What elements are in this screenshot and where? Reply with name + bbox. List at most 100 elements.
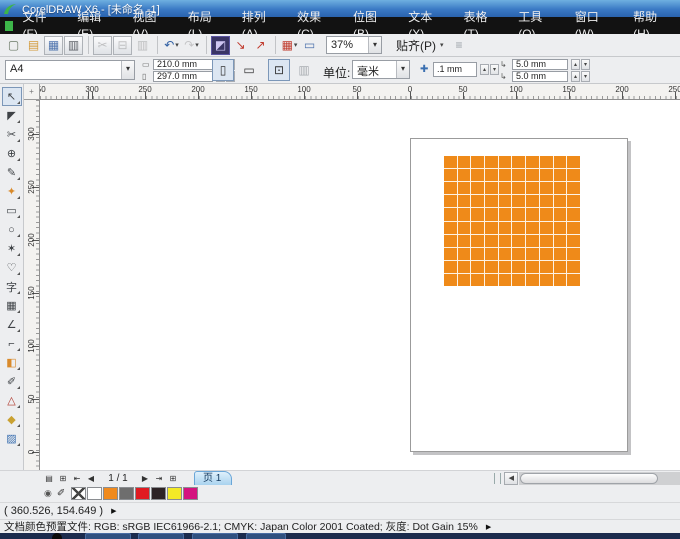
duplicate-y-field[interactable]: 5.0 mm <box>512 71 568 82</box>
eyedropper-tool[interactable]: ✐ <box>2 372 22 391</box>
swatch-white[interactable] <box>87 487 103 500</box>
taskbar-button[interactable] <box>192 533 238 539</box>
units-combo[interactable]: 毫米 ▾ <box>352 60 410 79</box>
zoom-tool[interactable]: ⊕ <box>2 144 22 163</box>
shape-tool[interactable]: ◤ <box>2 106 22 125</box>
open-button[interactable]: ▤ <box>24 36 43 55</box>
search-content-button[interactable]: ◩ <box>211 35 230 55</box>
table-tool[interactable]: ▦ <box>2 296 22 315</box>
swatch-black[interactable] <box>151 487 167 500</box>
page-sorter-button[interactable]: ▤ <box>42 472 56 485</box>
no-color-swatch[interactable] <box>71 487 87 500</box>
swatch-magenta[interactable] <box>183 487 199 500</box>
current-page-size-button[interactable]: ▥ <box>293 59 315 81</box>
crop-tool[interactable]: ✂ <box>2 125 22 144</box>
taskbar-button[interactable] <box>85 533 131 539</box>
swatch-gray[interactable] <box>119 487 135 500</box>
fill-tool[interactable]: ◆ <box>2 410 22 429</box>
cut-button[interactable]: ✂ <box>93 35 112 55</box>
application-launcher-button[interactable]: ▦ ▾ <box>280 36 299 55</box>
polygon-tool[interactable]: ✶ <box>2 239 22 258</box>
portrait-button[interactable]: ▯ <box>212 59 234 81</box>
table-cell <box>471 234 485 247</box>
chevron-down-icon[interactable]: ▾ <box>440 41 444 49</box>
spinner-down-icon[interactable]: ▾ <box>581 71 590 82</box>
scrollbar-thumb[interactable] <box>520 472 659 484</box>
last-page-button[interactable]: ⇥ <box>152 472 166 485</box>
table-object[interactable] <box>444 156 580 286</box>
next-page-button[interactable]: ▶ <box>138 472 152 485</box>
chevron-down-icon[interactable]: ▾ <box>396 61 409 78</box>
previous-page-button[interactable]: ◀ <box>84 472 98 485</box>
start-orb[interactable] <box>52 533 62 539</box>
zoom-level-combo[interactable]: 37% ▾ <box>326 36 382 54</box>
blend-tool[interactable]: ◧ <box>2 353 22 372</box>
copy-icon: ⊟ <box>117 38 128 52</box>
add-page-end-button[interactable]: ⊞ <box>166 472 180 485</box>
dimension-tool[interactable]: ∠ <box>2 315 22 334</box>
taskbar-button[interactable] <box>246 533 286 539</box>
spinner-down-icon[interactable]: ▾ <box>490 64 499 75</box>
chevron-down-icon[interactable]: ▾ <box>294 41 298 49</box>
duplicate-y-stepper[interactable]: ▴ ▾ <box>570 71 590 82</box>
spinner-up-icon[interactable]: ▴ <box>571 71 580 82</box>
pick-tool[interactable]: ↖ <box>1 87 22 106</box>
connector-tool[interactable]: ⌐ <box>2 334 22 353</box>
ellipse-tool[interactable]: ○ <box>2 220 22 239</box>
outline-pen-tool[interactable]: △ <box>2 391 22 410</box>
basic-shapes-tool[interactable]: ♡ <box>2 258 22 277</box>
undo-button[interactable]: ↶ ▾ <box>162 36 181 55</box>
chevron-down-icon[interactable]: ▾ <box>121 61 134 79</box>
snap-to-button[interactable]: 贴齐(P) ▾ <box>392 36 448 55</box>
export-button[interactable]: ↗ <box>251 36 270 55</box>
first-page-button[interactable]: ⇤ <box>70 472 84 485</box>
eyedropper-icon[interactable]: ✐ <box>57 488 65 499</box>
rectangle-tool[interactable]: ▭ <box>2 201 22 220</box>
swatch-orange[interactable] <box>103 487 119 500</box>
paper-height-field[interactable]: 297.0 mm <box>153 71 213 82</box>
import-button[interactable]: ↘ <box>231 36 250 55</box>
landscape-button[interactable]: ▭ <box>238 59 260 81</box>
paper-size-combo[interactable]: A4 ▾ <box>5 60 135 80</box>
text-tool[interactable]: 字 <box>2 277 22 296</box>
paste-button[interactable]: ▥ <box>133 36 152 55</box>
spinner-down-icon[interactable]: ▾ <box>581 59 590 70</box>
expand-arrow-icon[interactable]: ▶ <box>111 507 116 515</box>
paper-width-field[interactable]: 210.0 mm <box>153 59 213 70</box>
scroll-left-button[interactable]: ◀ <box>504 471 519 485</box>
swatch-yellow[interactable] <box>167 487 183 500</box>
expand-arrow-icon[interactable]: ▶ <box>486 523 491 531</box>
vertical-ruler[interactable]: 300 250 200 150 100 50 0 <box>24 100 40 470</box>
horizontal-ruler[interactable]: 350 300 250 200 150 100 50 0 50 100 150 200 250 <box>40 84 680 100</box>
table-cell <box>471 182 485 195</box>
drawing-canvas[interactable] <box>40 100 680 470</box>
smart-fill-tool[interactable]: ✦ <box>2 182 22 201</box>
spinner-up-icon[interactable]: ▴ <box>571 59 580 70</box>
print-button[interactable]: ▥ <box>64 35 83 55</box>
nudge-stepper[interactable]: ▴ ▾ <box>479 64 499 75</box>
save-button[interactable]: ▦ <box>44 35 63 55</box>
new-document-button[interactable]: ▢ <box>4 36 23 55</box>
add-page-start-button[interactable]: ⊞ <box>56 472 70 485</box>
palette-flyout-icon[interactable]: ◉ <box>44 488 52 499</box>
chevron-down-icon[interactable]: ▾ <box>368 37 381 53</box>
nudge-offset-field[interactable]: .1 mm <box>433 62 477 77</box>
all-pages-same-size-button[interactable]: ⊡ <box>268 59 290 81</box>
swatch-red[interactable] <box>135 487 151 500</box>
welcome-screen-button[interactable]: ▭ <box>300 36 319 55</box>
ruler-origin[interactable]: + <box>24 84 40 100</box>
copy-button[interactable]: ⊟ <box>113 35 132 55</box>
redo-button[interactable]: ↷ ▾ <box>182 36 201 55</box>
horizontal-scrollbar[interactable] <box>519 471 680 485</box>
chevron-down-icon[interactable]: ▾ <box>195 41 199 49</box>
freehand-tool[interactable]: ✎ <box>2 163 22 182</box>
duplicate-x-stepper[interactable]: ▴ ▾ <box>570 59 590 70</box>
taskbar-button[interactable] <box>138 533 184 539</box>
page-tab[interactable]: 页 1 <box>194 471 233 485</box>
spinner-up-icon[interactable]: ▴ <box>480 64 489 75</box>
interactive-fill-tool[interactable]: ▨ <box>2 429 22 448</box>
scrollbar-splitter[interactable] <box>494 472 502 484</box>
chevron-down-icon[interactable]: ▾ <box>175 41 179 49</box>
duplicate-x-field[interactable]: 5.0 mm <box>512 59 568 70</box>
options-icon[interactable]: ≡ <box>456 38 463 52</box>
